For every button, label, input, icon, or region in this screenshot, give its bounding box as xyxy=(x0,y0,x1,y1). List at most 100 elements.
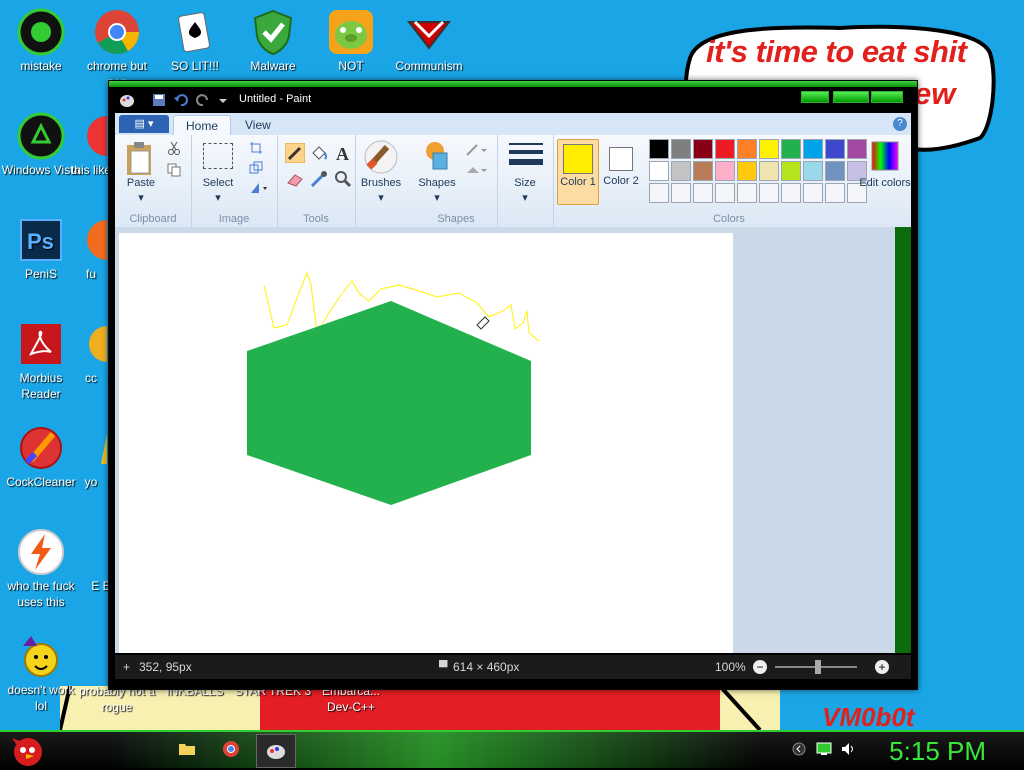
brushes-icon[interactable] xyxy=(363,139,399,175)
shapes-group: Brushes ▾ Shapes ▾ Shapes xyxy=(355,135,498,227)
tab-home[interactable]: Home xyxy=(173,115,232,136)
eraser-icon[interactable] xyxy=(285,169,305,189)
clock[interactable]: 5:15 PM xyxy=(889,736,986,767)
save-icon[interactable] xyxy=(151,92,167,108)
chevron-down-icon[interactable]: ▾ xyxy=(355,191,407,204)
palette-swatch[interactable] xyxy=(649,183,669,203)
network-icon[interactable] xyxy=(816,741,832,757)
palette-swatch[interactable] xyxy=(715,161,735,181)
select-label[interactable]: Select xyxy=(195,177,241,189)
redo-icon[interactable] xyxy=(195,92,211,108)
tools-group: A Tools xyxy=(277,135,356,227)
resize-icon[interactable] xyxy=(249,161,263,175)
palette-swatch[interactable] xyxy=(693,161,713,181)
close-button[interactable] xyxy=(871,91,903,103)
zoom-slider-thumb[interactable] xyxy=(815,660,821,674)
palette-swatch[interactable] xyxy=(715,139,735,159)
chevron-down-icon[interactable]: ▾ xyxy=(119,191,163,204)
edit-colors-label[interactable]: Edit colors xyxy=(857,177,913,190)
color1-button[interactable]: Color 1 xyxy=(557,139,599,205)
volume-icon[interactable] xyxy=(840,741,856,757)
palette-swatch[interactable] xyxy=(649,139,669,159)
desktop-icon-malware[interactable]: Malware xyxy=(232,8,314,74)
palette-swatch[interactable] xyxy=(781,161,801,181)
edit-colors-icon[interactable] xyxy=(871,141,899,171)
palette-swatch[interactable] xyxy=(693,183,713,203)
green-orb-icon xyxy=(17,8,65,56)
palette-swatch[interactable] xyxy=(803,183,823,203)
chevron-down-icon[interactable]: ▾ xyxy=(497,191,553,204)
palette-swatch[interactable] xyxy=(825,161,845,181)
vertical-scrollbar[interactable] xyxy=(895,227,911,653)
palette-swatch[interactable] xyxy=(737,183,757,203)
brushes-label[interactable]: Brushes xyxy=(355,177,407,189)
fill-icon[interactable] xyxy=(309,143,329,163)
palette-swatch[interactable] xyxy=(671,183,691,203)
desktop-icon-solitaire[interactable]: SO LIT!!! xyxy=(154,8,236,74)
paste-label[interactable]: Paste xyxy=(119,177,163,189)
palette-swatch[interactable] xyxy=(803,139,823,159)
desktop-icon-mistake[interactable]: mistake xyxy=(0,8,82,74)
palette-swatch[interactable] xyxy=(737,161,757,181)
paint-menu-button[interactable]: ▤ ▾ xyxy=(119,115,169,133)
palette-swatch[interactable] xyxy=(649,161,669,181)
desktop-icon-not[interactable]: NOT xyxy=(310,8,392,74)
folder-icon[interactable] xyxy=(178,740,196,758)
palette-swatch[interactable] xyxy=(693,139,713,159)
undo-icon[interactable] xyxy=(173,92,189,108)
canvas-workarea[interactable] xyxy=(115,227,895,653)
cut-icon[interactable] xyxy=(167,141,181,155)
paint-window[interactable]: Untitled - Paint ▤ ▾ Home View ? Paste ▾… xyxy=(108,80,918,690)
yahoo-messenger-icon xyxy=(23,636,58,677)
palette-swatch[interactable] xyxy=(847,139,867,159)
title-bar[interactable]: Untitled - Paint xyxy=(113,89,911,111)
palette-swatch[interactable] xyxy=(803,161,823,181)
help-icon[interactable]: ? xyxy=(893,117,907,131)
palette-swatch[interactable] xyxy=(759,183,779,203)
shapes-icon[interactable] xyxy=(421,139,455,173)
drawing-canvas[interactable] xyxy=(119,233,733,653)
chevron-down-icon[interactable]: ▾ xyxy=(195,191,241,204)
minimize-button[interactable] xyxy=(801,91,829,103)
paint-taskbar-button[interactable] xyxy=(256,734,296,768)
palette-swatch[interactable] xyxy=(715,183,735,203)
palette-swatch[interactable] xyxy=(671,161,691,181)
palette-swatch[interactable] xyxy=(825,139,845,159)
chrome-icon[interactable] xyxy=(222,740,240,758)
select-icon[interactable] xyxy=(203,143,233,169)
rotate-icon[interactable] xyxy=(249,181,269,195)
palette-swatch[interactable] xyxy=(781,183,801,203)
zoom-out-button[interactable]: − xyxy=(753,660,767,674)
size-icon[interactable] xyxy=(509,141,543,171)
copy-icon[interactable] xyxy=(167,163,181,177)
palette-swatch[interactable] xyxy=(759,139,779,159)
color-picker-icon[interactable] xyxy=(309,169,329,189)
shapes-label[interactable]: Shapes xyxy=(413,177,461,189)
maximize-button[interactable] xyxy=(833,91,869,103)
palette-swatch[interactable] xyxy=(781,139,801,159)
text-icon[interactable]: A xyxy=(333,143,353,163)
tab-view[interactable]: View xyxy=(233,115,283,135)
chevron-down-icon[interactable]: ▾ xyxy=(413,191,461,204)
magnifier-icon[interactable] xyxy=(333,169,353,189)
palette-swatch[interactable] xyxy=(825,183,845,203)
desktop-icon-doesnt-work[interactable]: doesn't work lol xyxy=(0,632,82,714)
desktop-icon-who-uses-this[interactable]: who the fuck uses this xyxy=(0,528,82,610)
size-label[interactable]: Size xyxy=(497,177,553,189)
palette-swatch[interactable] xyxy=(759,161,779,181)
paste-icon[interactable] xyxy=(125,141,155,177)
fill-shape-icon[interactable] xyxy=(465,163,489,177)
crop-icon[interactable] xyxy=(249,141,263,155)
color2-button[interactable]: Color 2 xyxy=(601,139,641,203)
paint-app-icon[interactable] xyxy=(119,92,135,108)
customize-qa-icon[interactable] xyxy=(215,92,231,108)
desktop-icon-chrome[interactable]: chrome but non xyxy=(76,8,158,90)
zoom-in-button[interactable]: + xyxy=(875,660,889,674)
outline-icon[interactable] xyxy=(465,143,489,157)
palette-swatch[interactable] xyxy=(671,139,691,159)
pencil-icon[interactable] xyxy=(285,143,305,163)
show-hidden-icons-icon[interactable] xyxy=(792,742,806,756)
angry-bird-icon[interactable] xyxy=(8,732,48,768)
desktop-icon-communism[interactable]: Communism xyxy=(388,8,470,74)
palette-swatch[interactable] xyxy=(737,139,757,159)
